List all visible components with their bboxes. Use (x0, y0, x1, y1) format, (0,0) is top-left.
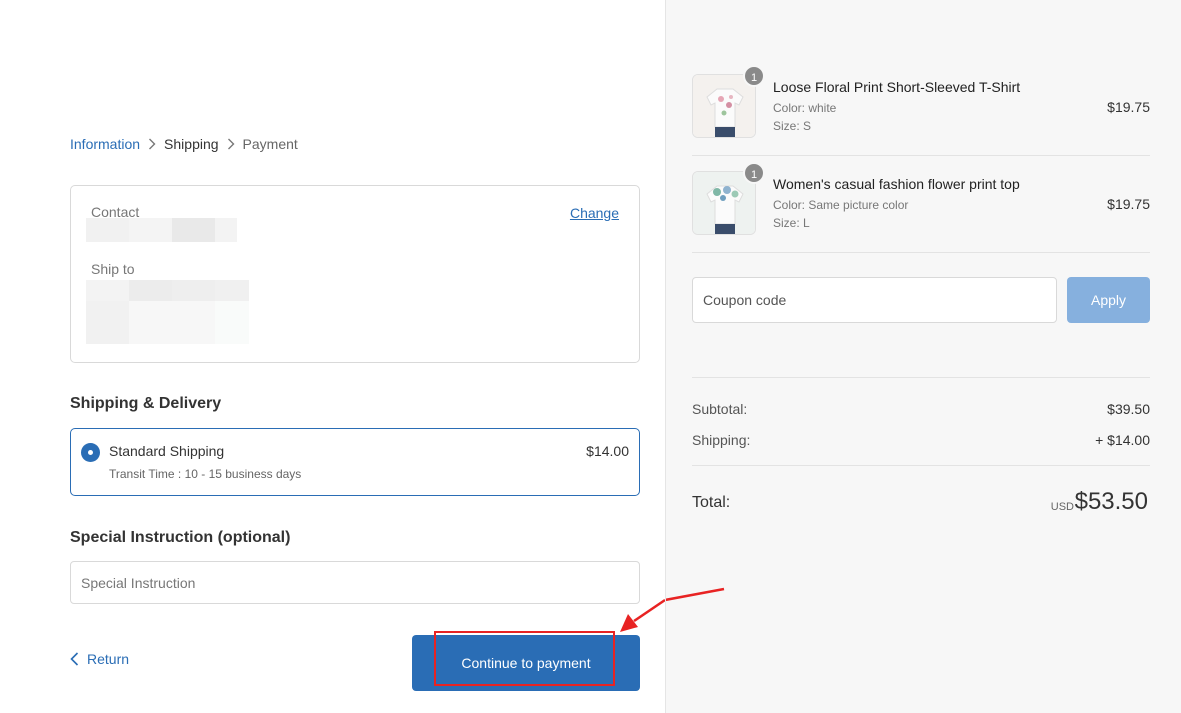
quantity-badge: 1 (743, 162, 765, 184)
breadcrumb-payment: Payment (242, 136, 298, 152)
divider (692, 252, 1150, 253)
order-summary-panel: 1 Loose Floral Print Short-Sleeved T-Shi… (665, 0, 1181, 713)
coupon-code-input[interactable] (692, 277, 1057, 323)
product-size: Size: L (773, 216, 810, 230)
divider (692, 155, 1150, 156)
shipping-method-name: Standard Shipping (109, 443, 225, 459)
customer-info-box: Contact Change Ship to (70, 185, 640, 363)
shipping-label: Shipping: (692, 432, 751, 448)
total-label: Total: (692, 494, 731, 511)
cart-item: 1 Women's casual fashion flower print to… (692, 162, 1150, 235)
chevron-right-icon (148, 138, 156, 150)
chevron-right-icon (227, 138, 235, 150)
cart-item: 1 Loose Floral Print Short-Sleeved T-Shi… (692, 65, 1150, 138)
product-price: $19.75 (1107, 99, 1150, 115)
shipping-delivery-heading: Shipping & Delivery (70, 395, 222, 412)
product-price: $19.75 (1107, 196, 1150, 212)
breadcrumb-information[interactable]: Information (70, 136, 140, 152)
shipping-transit-time: Transit Time : 10 - 15 business days (109, 467, 302, 481)
breadcrumb: Information Shipping Payment (70, 136, 298, 152)
return-label: Return (87, 651, 130, 667)
checkout-main-panel: Information Shipping Payment Contact Cha… (0, 0, 665, 713)
breadcrumb-shipping: Shipping (164, 136, 219, 152)
special-instruction-heading: Special Instruction (optional) (70, 529, 291, 546)
product-name: Women's casual fashion flower print top (773, 176, 1020, 192)
product-size: Size: S (773, 119, 812, 133)
subtotal-label: Subtotal: (692, 401, 748, 417)
divider (692, 465, 1150, 466)
shipping-row: Shipping: + $14.00 (692, 432, 1150, 448)
shipping-option-standard[interactable]: Standard Shipping Transit Time : 10 - 15… (70, 428, 640, 496)
ship-to-label: Ship to (91, 261, 135, 277)
return-link[interactable]: Return (70, 651, 129, 667)
total-currency: USD (1050, 501, 1074, 513)
ship-to-address-redacted (86, 280, 249, 344)
radio-selected-icon[interactable] (81, 443, 100, 462)
shipping-method-price: $14.00 (586, 443, 629, 459)
chevron-left-icon (70, 652, 79, 666)
product-color: Color: Same picture color (773, 198, 909, 212)
apply-coupon-button[interactable]: Apply (1067, 277, 1150, 323)
product-color: Color: white (773, 101, 837, 115)
quantity-badge: 1 (743, 65, 765, 87)
subtotal-row: Subtotal: $39.50 (692, 401, 1150, 417)
shipping-value: + $14.00 (1095, 432, 1150, 448)
change-contact-link[interactable]: Change (570, 205, 619, 221)
contact-value-redacted (86, 218, 237, 242)
divider (692, 377, 1150, 378)
continue-to-payment-button[interactable]: Continue to payment (412, 635, 640, 691)
special-instruction-input[interactable] (70, 561, 640, 604)
subtotal-value: $39.50 (1107, 401, 1150, 417)
total-value: $53.50 (1074, 488, 1148, 515)
product-name: Loose Floral Print Short-Sleeved T-Shirt (773, 79, 1021, 95)
